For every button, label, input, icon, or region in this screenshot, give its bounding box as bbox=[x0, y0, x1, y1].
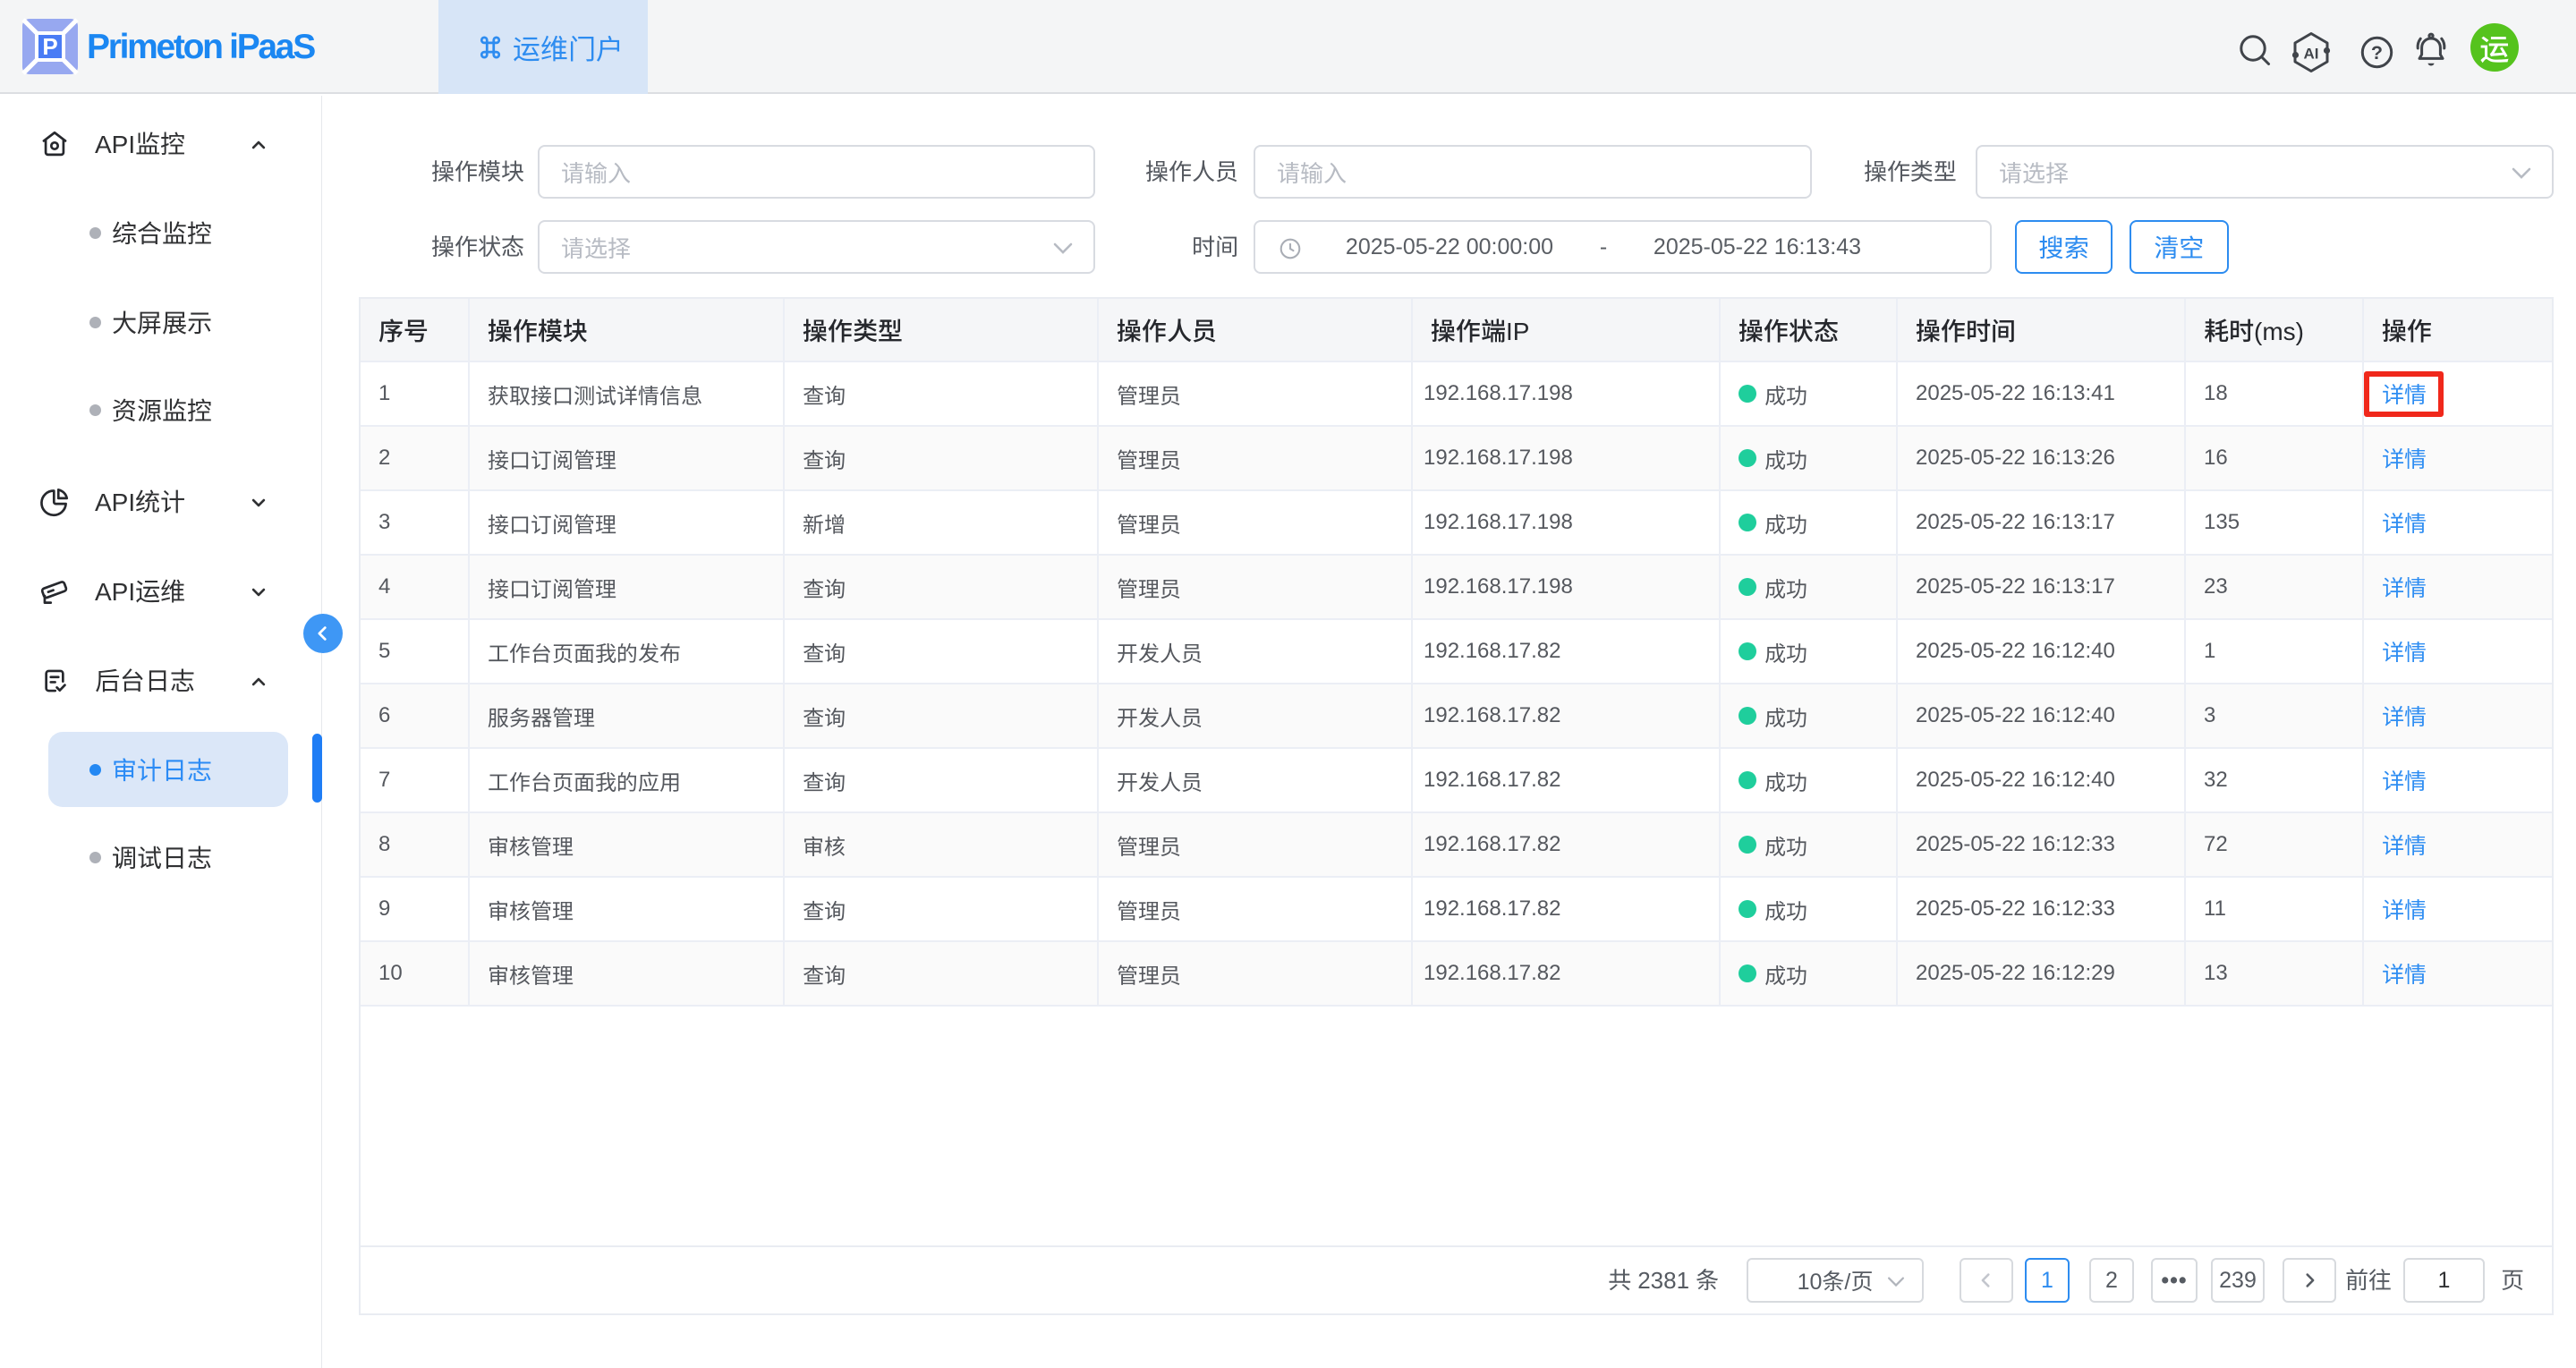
svg-text:P: P bbox=[42, 33, 57, 60]
svg-text:AI: AI bbox=[2304, 46, 2319, 63]
svg-text:?: ? bbox=[2371, 42, 2383, 64]
